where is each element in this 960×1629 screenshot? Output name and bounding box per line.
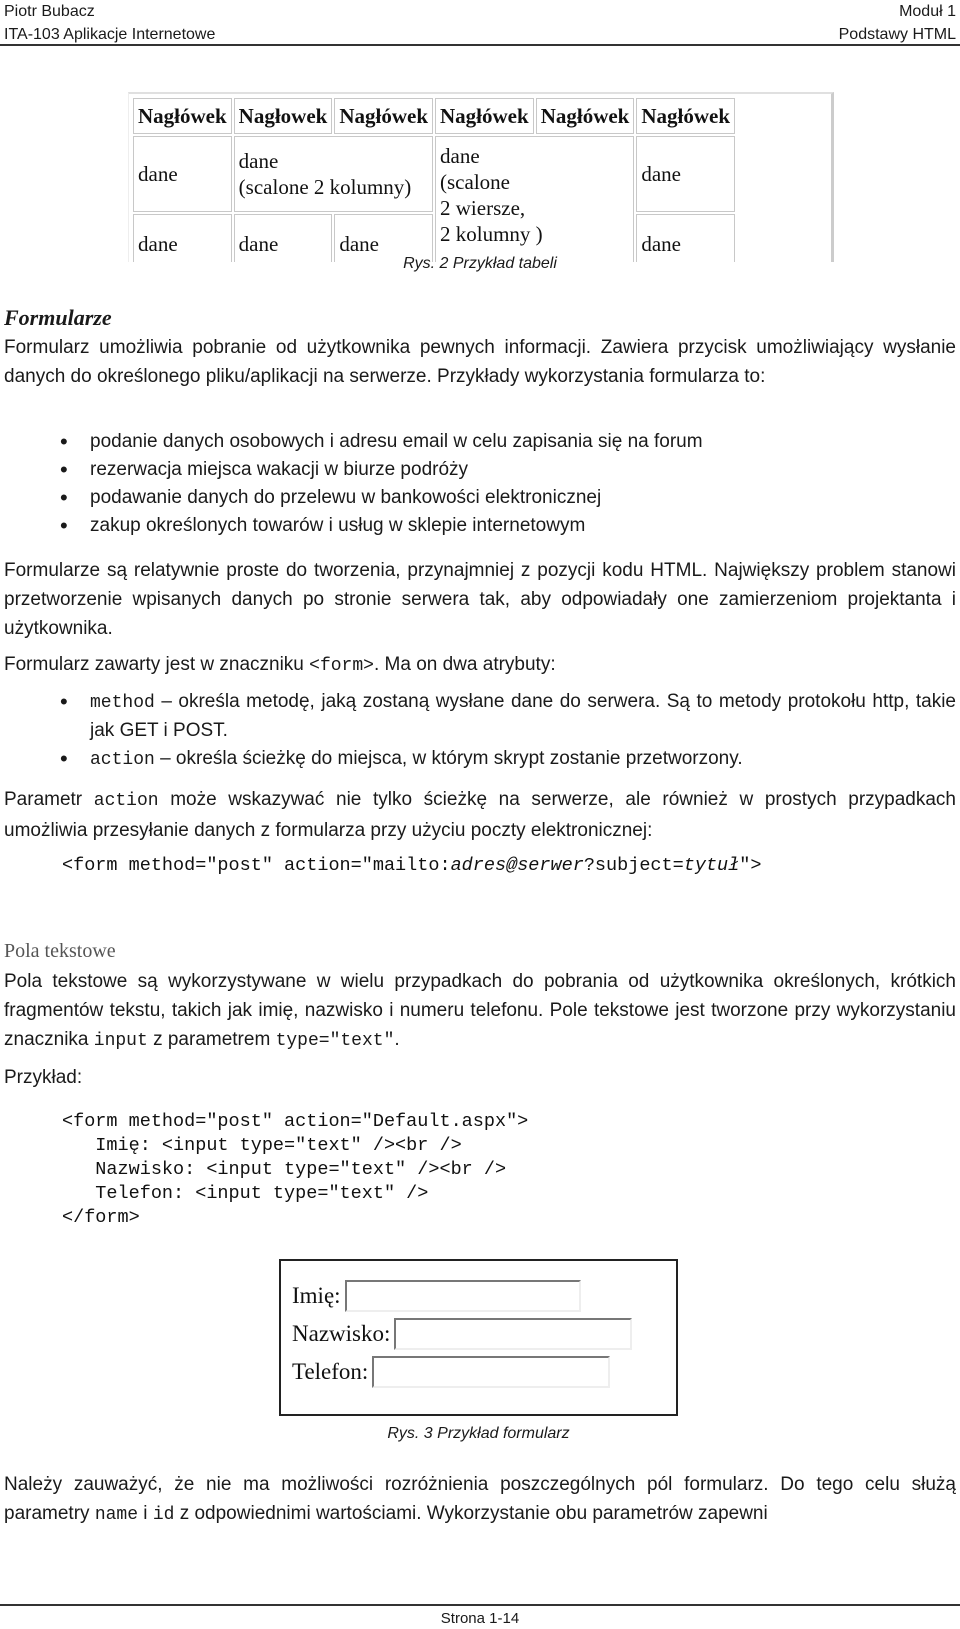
code-line: Nazwisko: <input type="text" /><br /> [62, 1159, 507, 1180]
figure-form-example: Imię: Nazwisko: Telefon: [279, 1259, 678, 1416]
table-header-row: Nagłówek Nagłowek Nagłówek Nagłówek Nagł… [133, 98, 736, 134]
form-code-example: <form method="post" action="Default.aspx… [62, 1110, 528, 1230]
text: z parametrem [147, 1029, 276, 1050]
first-name-input[interactable] [344, 1280, 581, 1312]
list-item: action – określa ścieżkę do miejsca, w k… [60, 745, 956, 774]
text: Parametr [4, 789, 94, 810]
form-row-phone: Telefon: [292, 1353, 676, 1391]
figure-table-example: Nagłówek Nagłowek Nagłówek Nagłówek Nagł… [128, 92, 834, 262]
figure2-caption: Rys. 2 Przykład tabeli [403, 255, 557, 272]
code-text: "> [739, 855, 762, 876]
form-row-last-name: Nazwisko: [292, 1315, 676, 1353]
paragraph-text-fields: Pola tekstowe są wykorzystywane w wielu … [4, 967, 956, 1056]
text: Formularz zawarty jest w znaczniku [4, 654, 310, 675]
code-line: Imię: <input type="text" /><br /> [62, 1135, 462, 1156]
section-heading: Formularze [4, 305, 112, 330]
list-item: rezerwacja miejsca wakacji w biurze podr… [60, 456, 956, 484]
code-placeholder: tytuł [683, 855, 740, 876]
list-item: zakup określonych towarów i usług w skle… [60, 512, 956, 540]
table-cell-merged-rows-columns: dane (scalone 2 wiersze, 2 kolumny ) [435, 136, 635, 262]
last-name-input[interactable] [394, 1318, 633, 1350]
text: . Ma on dwa atrybuty: [373, 654, 556, 675]
sample-table: Nagłówek Nagłowek Nagłówek Nagłówek Nagł… [131, 96, 737, 262]
table-header-cell: Nagłówek [535, 98, 635, 134]
table-cell-merged-columns: dane (scalone 2 kolumny) [233, 136, 434, 212]
text: – określa ścieżkę do miejsca, w którym s… [154, 748, 743, 769]
author-name: Piotr Bubacz [4, 3, 95, 20]
table-header-cell: Nagłówek [334, 98, 434, 134]
code-form-tag: <form> [309, 656, 374, 676]
code-name: name [94, 1505, 139, 1525]
code-text: <form method="post" action="mailto: [62, 855, 451, 876]
text: i [138, 1503, 153, 1524]
code-input: input [93, 1031, 148, 1051]
table-row: dane dane (scalone 2 kolumny) dane (scal… [133, 136, 736, 262]
first-name-label: Imię: [292, 1283, 341, 1308]
code-line: <form method="post" action="Default.aspx… [62, 1111, 529, 1132]
form-row-first-name: Imię: [292, 1277, 676, 1315]
code-method: method [90, 693, 155, 713]
code-line: </form> [62, 1207, 140, 1228]
table-cell: dane [636, 136, 736, 212]
list-item: podawanie danych do przelewu w bankowośc… [60, 484, 956, 512]
table-header-cell: Nagłówek [435, 98, 534, 134]
list-item: podanie danych osobowych i adresu email … [60, 428, 956, 456]
module-title: Podstawy HTML [838, 26, 956, 43]
page-footer: Strona 1-14 [0, 1604, 960, 1627]
attributes-list: method – określa metodę, jaką zostaną wy… [60, 688, 956, 774]
page-number: Strona 1-14 [440, 1610, 520, 1627]
table-cell: dane [133, 136, 232, 212]
course-name: ITA-103 Aplikacje Internetowe [4, 26, 216, 43]
cell-text: dane [238, 149, 279, 173]
table-header-cell: Nagłówek [636, 98, 736, 134]
code-action: action [90, 750, 155, 770]
intro-paragraph: Formularz umożliwia pobranie od użytkown… [4, 337, 956, 387]
text: – określa metodę, jaką zostaną wysłane d… [90, 691, 956, 741]
table-header-cell: Nagłowek [233, 98, 333, 134]
paragraph-action-param: Parametr action może wskazywać nie tylko… [4, 785, 956, 845]
table-header-cell: Nagłówek [133, 98, 232, 134]
last-name-label: Nazwisko: [292, 1321, 391, 1346]
code-line: Telefon: <input type="text" /> [62, 1183, 429, 1204]
text: . [394, 1029, 400, 1050]
code-type-text: type="text" [275, 1031, 395, 1051]
subsection-heading: Pola tekstowe [4, 940, 116, 962]
figure3-caption: Rys. 3 Przykład formularz [387, 1425, 570, 1442]
code-action: action [93, 791, 159, 811]
code-text: ?subject= [583, 855, 684, 876]
text: z odpowiednimi wartościami. Wykorzystani… [174, 1503, 768, 1524]
paragraph-form-tag: Formularz zawarty jest w znaczniku <form… [4, 650, 956, 681]
paragraph-forms-simple: Formularze są relatywnie proste do tworz… [4, 560, 956, 639]
example-label: Przykład: [4, 1067, 83, 1088]
examples-list: podanie danych osobowych i adresu email … [60, 428, 956, 540]
cell-text: (scalone 2 kolumny) [238, 175, 412, 199]
page-header: Piotr Bubacz ITA-103 Aplikacje Interneto… [0, 0, 960, 46]
phone-label: Telefon: [292, 1359, 369, 1384]
header-left: Piotr Bubacz ITA-103 Aplikacje Interneto… [4, 0, 215, 46]
header-right: Moduł 1 Podstawy HTML [839, 0, 956, 46]
code-placeholder: adres@serwer [450, 855, 584, 876]
phone-input[interactable] [372, 1356, 611, 1388]
paragraph-name-id: Należy zauważyć, że nie ma możliwości ro… [4, 1470, 956, 1530]
module-number: Moduł 1 [899, 3, 956, 20]
list-item: method – określa metodę, jaką zostaną wy… [60, 688, 956, 745]
mailto-code-example: <form method="post" action="mailto:adres… [62, 854, 761, 878]
code-id: id [152, 1505, 175, 1525]
